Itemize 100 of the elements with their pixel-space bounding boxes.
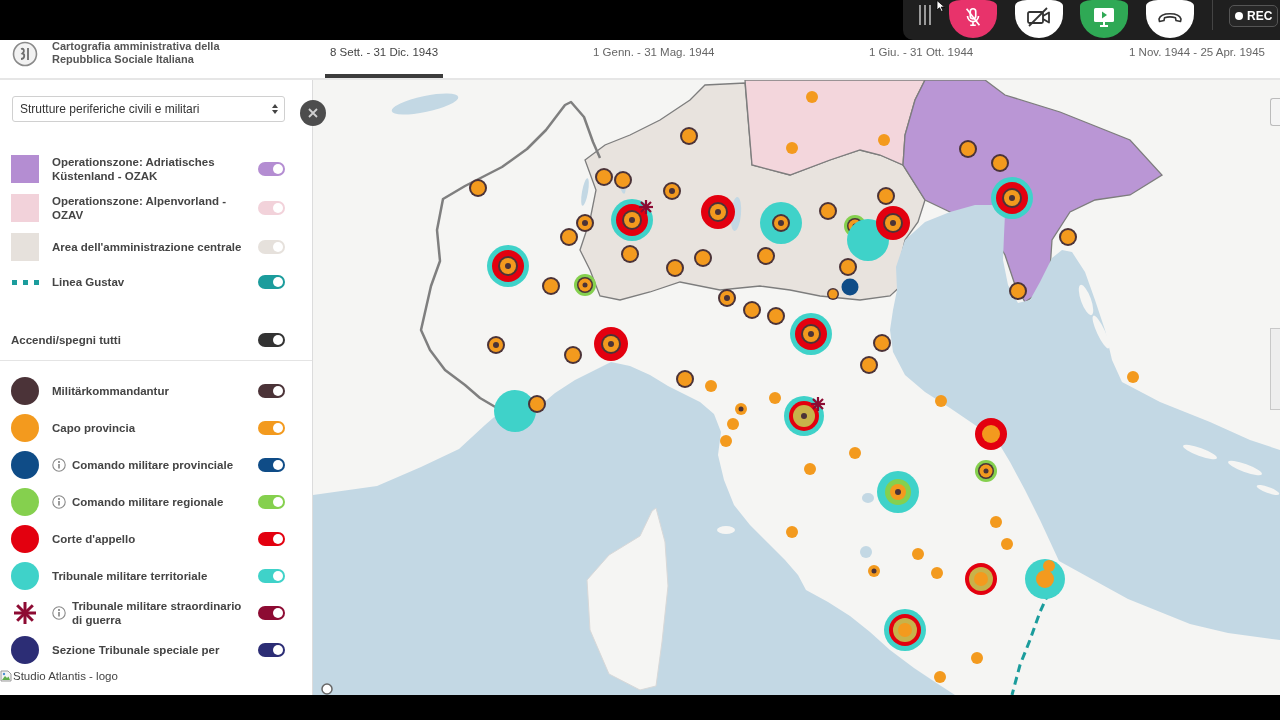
- toggle-switch[interactable]: [258, 240, 285, 254]
- app-title: Cartografia amministrativa della Repubblica Sociale Italiana: [52, 40, 221, 65]
- map-marker-icon: [784, 396, 824, 436]
- map-marker-icon: [694, 249, 712, 267]
- toggle-switch[interactable]: [258, 495, 285, 509]
- map-marker-icon: [1009, 282, 1027, 300]
- map-marker-icon: [676, 370, 694, 388]
- recording-label: REC: [1247, 9, 1273, 23]
- map-marker-icon: [621, 245, 639, 263]
- map-marker-icon: [611, 199, 653, 241]
- toggle-switch[interactable]: [258, 532, 285, 546]
- map-marker-icon: [767, 307, 785, 325]
- grip-icon[interactable]: [918, 5, 932, 25]
- island-shape: [1228, 460, 1262, 476]
- island-shape: [717, 526, 735, 534]
- map-marker-icon: [718, 289, 736, 307]
- info-icon[interactable]: [52, 606, 66, 620]
- legend-label: Linea Gustav: [52, 275, 126, 289]
- map-marker-icon: [1127, 371, 1139, 383]
- legend-label: Tribunale militare straordinario di guerra: [72, 599, 243, 627]
- hang-up-button[interactable]: [1146, 0, 1194, 38]
- legend-label: Comando militare regionale: [72, 495, 225, 509]
- legend-label: Corte d'appello: [52, 532, 137, 546]
- map-marker-icon: [975, 460, 997, 482]
- toggle-switch[interactable]: [258, 162, 285, 176]
- map-marker-icon: [663, 182, 681, 200]
- info-icon[interactable]: [52, 495, 66, 509]
- map-marker-icon: [542, 277, 560, 295]
- microphone-button[interactable]: [949, 0, 997, 38]
- map-marker-icon: [720, 435, 732, 447]
- map-marker-icon: [790, 313, 832, 355]
- toggle-switch[interactable]: [258, 606, 285, 620]
- map-marker-icon: [1059, 228, 1077, 246]
- updown-caret-icon: [272, 104, 278, 114]
- map-marker-icon: [990, 516, 1002, 528]
- map-marker-icon: [705, 380, 717, 392]
- map-marker-icon: [614, 171, 632, 189]
- camera-off-icon: [1026, 7, 1052, 27]
- map-logo-icon[interactable]: [321, 683, 333, 695]
- toggle-switch[interactable]: [258, 458, 285, 472]
- logo-alt-text: Studio Atlantis - logo: [13, 669, 118, 683]
- lake-shape: [860, 546, 872, 558]
- map-marker-icon: [469, 179, 487, 197]
- map-marker-icon: [560, 228, 578, 246]
- asterisk-icon: [811, 397, 825, 411]
- map-marker-icon: [727, 418, 739, 430]
- map-marker-icon: [743, 301, 761, 319]
- monitor-icon: [1092, 6, 1116, 28]
- map-marker-icon: [991, 177, 1033, 219]
- map-marker-icon: [487, 336, 505, 354]
- island-shape: [1078, 284, 1094, 316]
- info-icon[interactable]: [52, 458, 66, 472]
- map-marker-icon: [701, 195, 735, 229]
- legend-label: Area dell'amministrazione centrale: [52, 240, 243, 254]
- period-tab[interactable]: 1 Nov. 1944 - 25 Apr. 1945: [1124, 40, 1270, 78]
- toggle-switch[interactable]: [258, 275, 285, 289]
- map-marker-icon: [819, 202, 837, 220]
- map-marker-icon: [574, 274, 596, 296]
- map-marker-icon: [735, 403, 747, 415]
- map-marker-icon: [576, 214, 594, 232]
- camera-button[interactable]: [1015, 0, 1063, 38]
- map-marker-icon: [934, 671, 946, 683]
- category-dropdown[interactable]: Strutture periferiche civili e militari: [12, 96, 285, 122]
- record-dot-icon: [1235, 12, 1243, 20]
- map-marker-icon: [959, 140, 977, 158]
- island-shape: [1256, 485, 1280, 495]
- map-marker-icon: [878, 134, 890, 146]
- toggle-switch[interactable]: [258, 384, 285, 398]
- map-marker-icon: [487, 245, 529, 287]
- map-marker-icon: [827, 288, 839, 300]
- map-marker-icon: [595, 168, 613, 186]
- map-marker-icon: [877, 471, 919, 513]
- map-marker-icon: [786, 526, 798, 538]
- toggle-switch[interactable]: [258, 333, 285, 347]
- map-marker-icon: [769, 392, 781, 404]
- map-marker-icon: [564, 346, 582, 364]
- toggle-switch[interactable]: [258, 643, 285, 657]
- cursor-icon: [936, 0, 946, 12]
- map-marker-icon: [868, 565, 880, 577]
- island-shape: [1183, 444, 1217, 460]
- legend-label: Operationszone: Alpenvorland - OZAV: [52, 194, 227, 222]
- screen-share-button[interactable]: [1080, 0, 1128, 38]
- period-tab[interactable]: 1 Genn. - 31 Mag. 1944: [588, 40, 720, 78]
- legend-label: Militärkommandantur: [52, 384, 170, 398]
- toggle-switch[interactable]: [258, 569, 285, 583]
- toggle-all-label: Accendi/spegni tutti: [11, 333, 121, 347]
- map-marker-icon: [594, 327, 628, 361]
- legend-label: Capo provincia: [52, 421, 137, 435]
- map-marker-icon: [1001, 538, 1013, 550]
- toggle-switch[interactable]: [258, 201, 285, 215]
- map-marker-icon: [873, 334, 891, 352]
- period-tab[interactable]: 1 Giu. - 31 Ott. 1944: [864, 40, 979, 78]
- phone-icon: [1157, 11, 1183, 23]
- legend-label: Tribunale militare territoriale: [52, 569, 209, 583]
- map-marker-icon: [971, 652, 983, 664]
- map-marker-icon: [841, 278, 859, 296]
- toggle-switch[interactable]: [258, 421, 285, 435]
- map-marker-icon: [931, 567, 943, 579]
- lake-shape: [862, 493, 874, 503]
- legend-label: Operationszone: Adriatisches Küstenland - OZAK: [52, 155, 216, 183]
